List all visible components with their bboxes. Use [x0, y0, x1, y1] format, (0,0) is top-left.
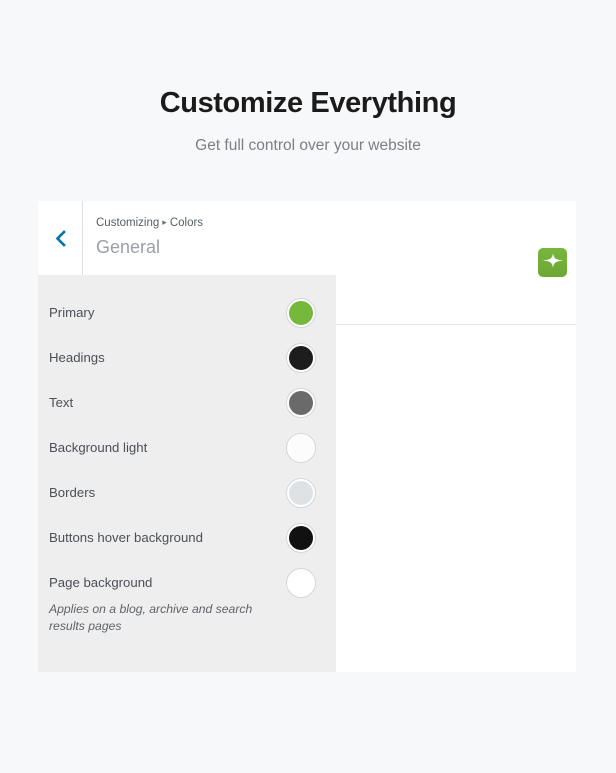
- breadcrumb-root[interactable]: Customizing: [96, 217, 159, 229]
- site-preview-pane[interactable]: sola: [336, 201, 576, 672]
- color-setting-row-text[interactable]: Text: [38, 380, 336, 425]
- color-swatch-button[interactable]: [286, 343, 316, 373]
- color-setting-row-headings[interactable]: Headings: [38, 335, 336, 380]
- color-setting-row-page-background[interactable]: Page background: [38, 560, 336, 605]
- sparkle-icon: [541, 251, 564, 275]
- color-swatch: [289, 481, 313, 505]
- color-swatch: [289, 571, 313, 595]
- hero-section: Customize Everything Get full control ov…: [0, 0, 616, 156]
- customizer-panel-header: Customizing▸Colors General: [38, 201, 336, 275]
- color-setting-label: Headings: [49, 349, 105, 366]
- breadcrumb: Customizing▸Colors: [96, 217, 336, 231]
- color-swatch-button[interactable]: [286, 433, 316, 463]
- color-setting-label: Borders: [49, 484, 95, 501]
- color-setting-row-borders[interactable]: Borders: [38, 470, 336, 515]
- color-swatch: [289, 391, 313, 415]
- page-subtitle: Get full control over your website: [0, 121, 616, 156]
- color-settings-list: Primary Headings Text Background light: [38, 275, 336, 672]
- color-swatch-button[interactable]: [286, 298, 316, 328]
- color-setting-label: Text: [49, 394, 73, 411]
- panel-title: General: [96, 236, 336, 259]
- customizer-screenshot: Customizing▸Colors General Primary Headi…: [38, 201, 576, 672]
- color-swatch-button[interactable]: [286, 568, 316, 598]
- color-setting-label: Background light: [49, 439, 147, 456]
- color-swatch: [289, 346, 313, 370]
- color-swatch-button[interactable]: [286, 478, 316, 508]
- color-swatch-button[interactable]: [286, 388, 316, 418]
- color-setting-description: Applies on a blog, archive and search re…: [38, 601, 305, 636]
- breadcrumb-separator-icon: ▸: [159, 217, 170, 228]
- breadcrumb-current: Colors: [170, 217, 203, 229]
- color-setting-row-buttons-hover-background[interactable]: Buttons hover background: [38, 515, 336, 560]
- page-title: Customize Everything: [0, 0, 616, 121]
- color-setting-label: Buttons hover background: [49, 529, 203, 546]
- site-logo[interactable]: sola: [538, 248, 576, 277]
- color-swatch: [289, 436, 313, 460]
- color-setting-row-background-light[interactable]: Background light: [38, 425, 336, 470]
- panel-header-text: Customizing▸Colors General: [83, 201, 336, 275]
- color-setting-label: Page background: [49, 574, 152, 591]
- color-setting-row-primary[interactable]: Primary: [38, 290, 336, 335]
- customizer-sidebar: Customizing▸Colors General Primary Headi…: [38, 201, 336, 672]
- preview-site-header: sola: [336, 201, 576, 325]
- color-setting-label: Primary: [49, 304, 94, 321]
- chevron-left-icon: [55, 230, 66, 247]
- color-swatch: [289, 526, 313, 550]
- color-swatch: [289, 301, 313, 325]
- back-button[interactable]: [38, 201, 83, 275]
- color-swatch-button[interactable]: [286, 523, 316, 553]
- brand-mark: [538, 248, 567, 277]
